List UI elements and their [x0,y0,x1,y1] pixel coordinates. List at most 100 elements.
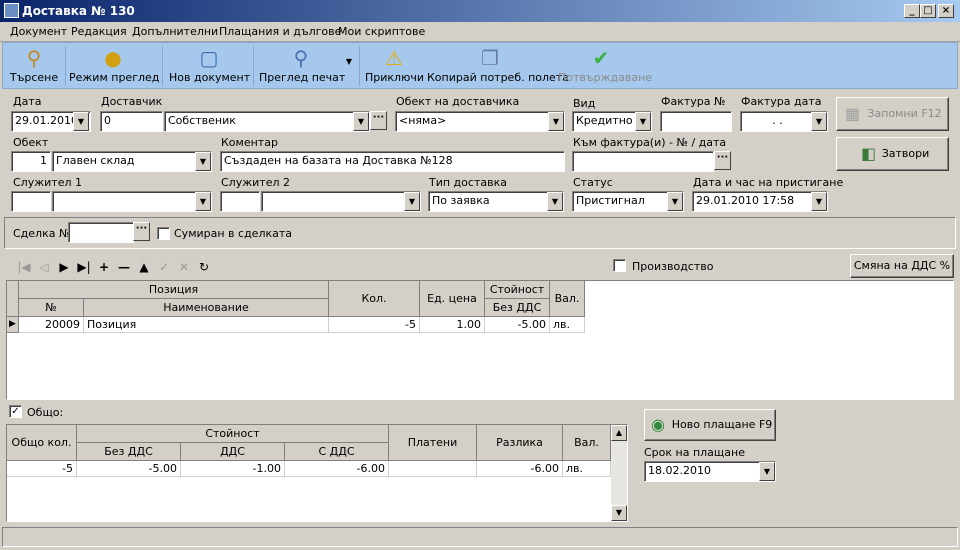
due-field[interactable]: 18.02.2010 [644,461,776,482]
table-cell-currency[interactable]: лв. [550,317,585,333]
print-preview-button[interactable]: ⚲ Преглед печат [259,43,345,88]
delivery-type-field[interactable]: По заявка [428,191,564,212]
menu-document[interactable]: Документ [10,25,67,38]
comment-field[interactable]: Създаден на базата на Доставка №128 [220,151,565,172]
new-document-button[interactable]: ▢ Нов документ [169,43,250,88]
name-header[interactable]: Наименование [84,299,329,317]
refresh-icon[interactable]: ↻ [196,260,212,274]
date-dropdown[interactable]: ▼ [73,112,89,131]
employee2-dropdown[interactable]: ▼ [404,192,420,211]
supplier-name-field[interactable]: Собственик [164,111,370,132]
confirm-button[interactable]: ✔ Потвърждаване [558,43,652,88]
save-button[interactable]: ▦ Запомни F12 [836,97,949,131]
invoice-no-field[interactable] [660,111,732,132]
supplier-object-field[interactable]: <няма> [395,111,565,132]
last-record-icon[interactable]: ▶| [76,260,92,274]
menu-scripts[interactable]: Мои скриптове [338,25,425,38]
delivery-type-label: Тип доставка [429,176,507,189]
employee2-label: Служител 2 [221,176,290,189]
paid-header: Платени [389,425,477,461]
totals-scrollbar[interactable]: ▲ ▼ [611,425,627,521]
supplier-object-dropdown[interactable]: ▼ [548,112,564,131]
table-cell-no[interactable]: 20009 [19,317,84,333]
total-qty-header: Общо кол. [7,425,77,461]
supplier-ellipsis-button[interactable]: ··· [370,111,387,130]
unit-price-header[interactable]: Ед. цена [420,281,485,317]
edit-record-icon[interactable]: ▲ [136,260,152,274]
new-payment-button[interactable]: ◉ Ново плащане F9 [644,409,776,441]
production-checkbox[interactable] [613,259,626,272]
arrival-dropdown[interactable]: ▼ [811,192,827,211]
finish-button[interactable]: ⚠ Приключи [365,43,424,88]
delete-record-icon[interactable]: — [116,260,132,274]
menu-payments[interactable]: Плащания и дългове [219,25,341,38]
summed-checkbox[interactable] [157,227,170,240]
currency-header[interactable]: Вал. [550,281,585,317]
no-header[interactable]: № [19,299,84,317]
table-cell-name[interactable]: Позиция [84,317,329,333]
value-no-vat-header[interactable]: Без ДДС [485,299,550,317]
first-record-icon[interactable]: |◀ [16,260,32,274]
insert-record-icon[interactable]: + [96,260,112,274]
totals-cell-currency: лв. [563,461,611,477]
delivery-type-dropdown[interactable]: ▼ [547,192,563,211]
vat-change-button[interactable]: Смяна на ДДС % [850,254,954,278]
copy-fields-button[interactable]: ❐ Копирай потреб. полета [427,43,569,88]
totals-grid[interactable]: Общо кол. Стойност Без ДДС ДДС С ДДС Пла… [6,424,628,522]
menu-edit[interactable]: Редакция [71,25,127,38]
due-dropdown[interactable]: ▼ [759,462,775,481]
object-code-field[interactable]: 1 [11,151,51,172]
type-dropdown[interactable]: ▼ [635,112,651,131]
table-cell-qty[interactable]: -5 [329,317,420,333]
toolbar-separator [359,46,360,86]
prior-record-icon[interactable]: ◁ [36,260,52,274]
deal-ellipsis-button[interactable]: ··· [133,222,150,241]
diff-header: Разлика [477,425,563,461]
totals-cell-with-vat: -6.00 [285,461,389,477]
items-grid[interactable]: Позиция № Наименование Кол. Ед. цена Сто… [6,280,954,400]
minimize-button[interactable]: _ [904,4,920,18]
summed-label: Сумиран в сделката [174,227,293,240]
to-invoice-field[interactable] [572,151,714,172]
lock-icon: ● [104,46,122,70]
scroll-up-icon[interactable]: ▲ [611,425,627,441]
close-form-button[interactable]: ◧ Затвори [836,137,949,171]
table-cell-value[interactable]: -5.00 [485,317,550,333]
arrival-field[interactable]: 29.01.2010 17:58 [692,191,828,212]
print-preview-dropdown[interactable]: ▼ [343,57,355,69]
supplier-object-label: Обект на доставчика [396,95,520,108]
maximize-button[interactable]: □ [920,4,936,18]
employee2-code-field[interactable] [220,191,260,212]
status-dropdown[interactable]: ▼ [667,192,683,211]
close-window-button[interactable]: × [938,4,954,18]
vat-header: ДДС [181,443,285,461]
supplier-dropdown[interactable]: ▼ [353,112,369,131]
cancel-record-icon[interactable]: ✕ [176,260,192,274]
totals-checkbox[interactable]: ✓ [9,405,22,418]
search-button[interactable]: ⚲ Търсене [9,43,59,88]
employee1-dropdown[interactable]: ▼ [195,192,211,211]
row-indicator-header [7,281,19,317]
supplier-code-field[interactable]: 0 [100,111,163,132]
employee2-name-field[interactable] [261,191,421,212]
object-dropdown[interactable]: ▼ [195,152,211,171]
copy-icon: ❐ [481,46,499,70]
view-mode-button[interactable]: ● Режим преглед [69,43,159,88]
position-header: Позиция [19,281,329,299]
table-cell-unit-price[interactable]: 1.00 [420,317,485,333]
type-label: Вид [573,97,596,110]
post-record-icon[interactable]: ✓ [156,260,172,274]
deal-field[interactable] [68,222,134,243]
next-record-icon[interactable]: ▶ [56,260,72,274]
employee1-code-field[interactable] [11,191,51,212]
scroll-down-icon[interactable]: ▼ [611,505,627,521]
toolbar: ⚲ Търсене ● Режим преглед ▢ Нов документ… [2,42,958,89]
employee1-name-field[interactable] [52,191,212,212]
qty-header[interactable]: Кол. [329,281,420,317]
to-invoice-label: Към фактура(и) - № / дата [573,136,727,149]
menu-additional[interactable]: Допълнителни [132,25,218,38]
toolbar-separator [162,46,163,86]
object-name-field[interactable]: Главен склад [52,151,212,172]
to-invoice-ellipsis-button[interactable]: ··· [714,151,731,170]
invoice-date-dropdown[interactable]: ▼ [811,112,827,131]
